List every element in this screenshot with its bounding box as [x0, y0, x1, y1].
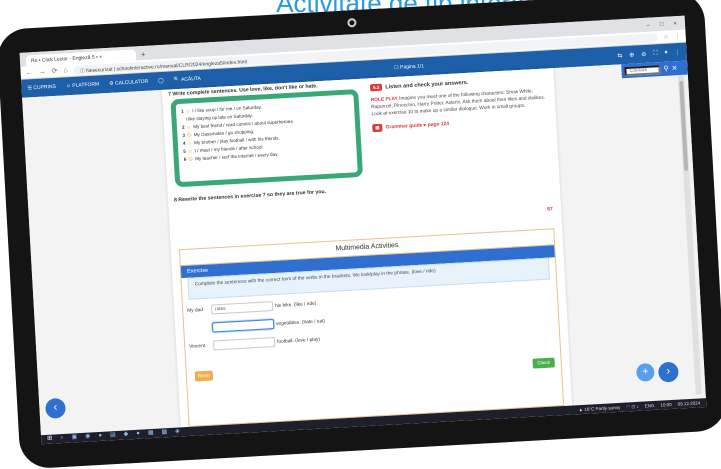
app-icon[interactable]: ▦ — [148, 429, 154, 438]
add-button[interactable]: + — [635, 362, 655, 382]
answer-input-3[interactable] — [212, 337, 276, 351]
highlighted-exercise-box: 1 ☺ I / like soup / for me / on Saturday. … — [170, 88, 364, 188]
start-icon[interactable]: ⊞ — [47, 435, 53, 444]
answer-input-2[interactable] — [211, 319, 275, 333]
smiley-icon: ☺ — [185, 108, 191, 114]
check-button[interactable]: Check — [532, 357, 555, 369]
clock-time[interactable]: 10:00 — [660, 401, 672, 408]
reload-icon[interactable]: ⟳ — [51, 67, 57, 75]
scroll-thumb[interactable] — [679, 80, 689, 171]
app-icon[interactable]: ▩ — [161, 428, 167, 437]
language-indicator[interactable]: ENG — [645, 402, 655, 409]
swap-icon[interactable]: ⇆ — [617, 52, 622, 59]
clock-date[interactable]: 09.12.2024 — [678, 400, 701, 407]
smiley-icon: ☺ — [187, 148, 193, 154]
toolbar-search[interactable]: 🔍 ACĂUTA — [174, 76, 202, 84]
zoom-in-icon[interactable]: ⊕ — [629, 51, 634, 58]
toolbar-calculator[interactable]: ⚙ CALCULATOR — [109, 79, 148, 87]
search-icon[interactable]: ⚲ — [663, 65, 669, 73]
fill-row-3: Vincent football. (love / play) — [189, 337, 321, 351]
fullscreen-icon[interactable]: ⛶ — [653, 50, 658, 57]
bookmark-star-icon[interactable]: ☆ — [663, 33, 669, 40]
right-column: 5.3 Listen and check your answers. ROLE … — [369, 74, 550, 133]
grammar-icon: ▣ — [372, 123, 383, 133]
multimedia-panel: Multimedia Activities Exercise Complete … — [178, 228, 565, 427]
smiley-icon: ☺ — [187, 140, 193, 146]
zoom-out-icon[interactable]: ⊖ — [641, 50, 646, 57]
more-icon[interactable]: ⋮ — [674, 48, 680, 55]
edge-icon[interactable]: ◉ — [85, 432, 91, 441]
frown-icon: ☹ — [186, 132, 192, 138]
reset-button[interactable]: Reset — [194, 370, 214, 382]
chrome-icon[interactable]: ● — [98, 432, 102, 441]
maximize-button[interactable]: □ — [660, 20, 664, 31]
fill-row-2: vegetables. (hate / eat) — [188, 316, 325, 334]
new-tab-button[interactable]: + — [141, 49, 146, 60]
app-icon[interactable]: ◆ — [123, 430, 129, 439]
fill-row-1: My dad his bike. (like / ride) — [187, 299, 317, 316]
vertical-scrollbar[interactable] — [677, 74, 702, 395]
window-controls: – □ × — [646, 19, 685, 32]
app-icon[interactable]: ● — [136, 430, 140, 439]
side-search-input[interactable] — [624, 64, 661, 76]
toolbar-platform[interactable]: ☺ PLATFORM — [66, 81, 100, 89]
role-play-label: ROLE PLAY — [370, 96, 398, 104]
close-icon[interactable]: ✕ — [671, 64, 677, 72]
frown-icon: ☹ — [188, 156, 194, 162]
tablet-screen: Ro • Click Lector - Engleză 5 • × + – □ … — [19, 15, 707, 445]
home-icon[interactable]: ⌂ — [63, 67, 68, 74]
next-page-button[interactable]: › — [657, 361, 679, 383]
close-window-button[interactable]: × — [673, 19, 677, 30]
audio-badge[interactable]: 5.3 — [369, 83, 383, 92]
minimize-button[interactable]: – — [646, 21, 650, 32]
weather-indicator[interactable]: ▲ 16°C Partly sunny — [578, 404, 620, 412]
toolbar-right-icons: ⇆ ⊕ ⊖ ⛶ ♦ ⋮ — [617, 48, 681, 59]
search-taskbar-icon[interactable]: ⌕ — [60, 434, 64, 443]
toolbar-contents[interactable]: ☰ CUPRINS — [27, 84, 56, 92]
back-icon[interactable]: ← — [25, 69, 32, 76]
page-number: 57 — [546, 206, 553, 213]
textbook-page: 7 Write complete sentences. Use love, li… — [161, 68, 573, 428]
tablet-frame: Ro • Click Lector - Engleză 5 • × + – □ … — [0, 0, 721, 469]
tray-icons[interactable]: ◠ ⊡ ♪ — [626, 403, 639, 410]
answer-input-1[interactable] — [210, 301, 274, 315]
explorer-icon[interactable]: ▤ — [110, 431, 116, 440]
content-area: 7 Write complete sentences. Use love, li… — [22, 60, 706, 436]
role-play-text: ROLE PLAY Imagine you meet one of the fo… — [370, 89, 546, 118]
bookmark-icon[interactable]: ♦ — [664, 49, 667, 56]
exercise-8-header: 8 Rewrite the sentences in exercise 7 so… — [173, 188, 327, 204]
app-icon[interactable]: ◈ — [175, 427, 180, 436]
smiley-icon: ☺ — [186, 124, 192, 130]
camera-lens — [347, 17, 357, 28]
toolbar-circle[interactable]: ◯ — [158, 78, 164, 84]
previous-page-button[interactable]: ‹ — [44, 397, 67, 419]
grammar-guide-link[interactable]: ▣ Grammar guide ▸ page 124 — [372, 114, 550, 133]
browser-menu-icon[interactable]: ⋮ — [674, 32, 681, 39]
forward-icon[interactable]: → — [38, 68, 45, 75]
task-view-icon[interactable]: ▣ — [71, 433, 77, 442]
